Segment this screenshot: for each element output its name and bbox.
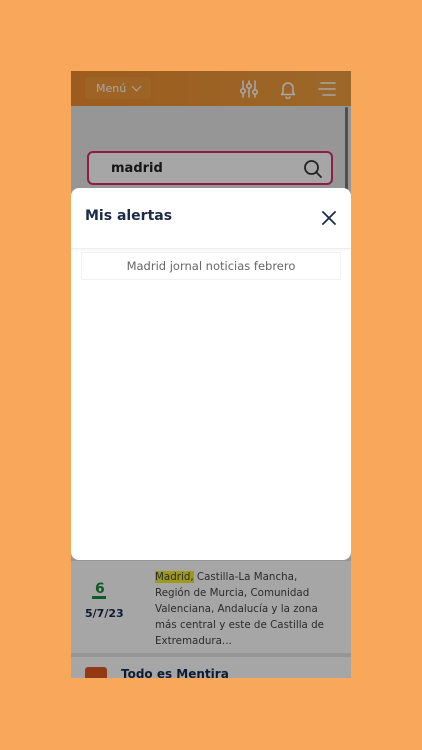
alert-item[interactable]: Madrid jornal noticias febrero (81, 252, 341, 280)
modal-title: Mis alertas (85, 208, 173, 224)
alerts-modal: Mis alertas Madrid jornal noticias febre… (71, 188, 351, 560)
modal-header: Mis alertas (71, 188, 351, 249)
close-icon[interactable] (321, 210, 337, 226)
phone-screen: Menú madrid 6 5/7/23 Madrid, Castilla-La… (71, 71, 351, 678)
